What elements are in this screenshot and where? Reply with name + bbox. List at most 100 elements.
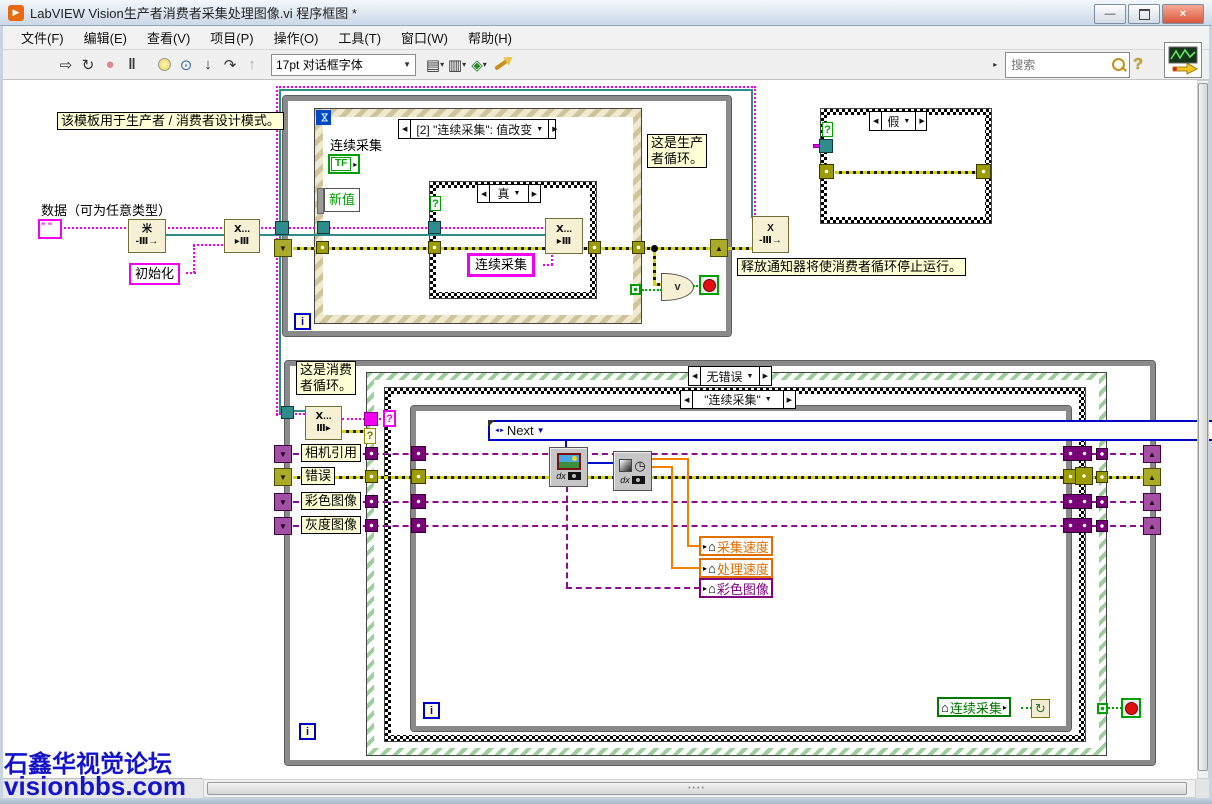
next-case-arrow[interactable]: ▶ [529,185,540,202]
menu-view[interactable]: 查看(V) [139,26,198,49]
step-over-button[interactable]: ↷ [220,54,240,76]
event-structure-header[interactable]: ◀ [2] "连续采集": 值改变▼ ▶ [398,119,556,139]
continuous-acquire-local[interactable]: 连续采集 [467,253,535,277]
pause-button[interactable]: ‖ [122,54,142,76]
maximize-button[interactable] [1128,4,1160,24]
free-label-consumer-note[interactable]: 这是消费者循环。 [296,361,356,395]
local-variable-proc-speed[interactable]: ▸⌂处理速度 [699,558,773,578]
retain-wire-values-button[interactable]: ⊙ [176,54,196,76]
labview-app-icon: ▶ [8,5,24,21]
reorder-button[interactable]: ◈▾ [469,54,489,76]
local-variable-continuous-acquire[interactable]: ⌂连续采集▸ [937,697,1011,717]
tunnel [813,144,820,148]
shift-label-camera-ref[interactable]: 相机引用 [301,444,361,462]
close-button[interactable]: × [1162,4,1204,24]
tunnel [316,241,329,254]
step-out-button[interactable]: ↑ [242,54,262,76]
highlight-execution-button[interactable] [154,54,174,76]
horizontal-scrollbar-thumb[interactable]: •••• [207,782,1187,795]
prev-case-arrow[interactable]: ◀ [681,391,692,408]
tunnel [364,412,378,426]
tunnel [819,139,833,153]
tunnel [411,469,426,484]
run-continuous-button[interactable]: ↻ [78,54,98,76]
menu-file[interactable]: 文件(F) [13,26,72,49]
imaqdx-get-image-node[interactable]: dx [549,447,588,487]
next-case-arrow[interactable]: ▶ [784,391,795,408]
shift-label-gray-image[interactable]: 灰度图像 [301,516,361,534]
data-string-control[interactable]: " " [38,219,62,239]
tunnel [411,518,426,533]
distribute-objects-button[interactable]: ▥▾ [447,54,467,76]
toolbar: ⇨ ↻ ● ‖ ⊙ ↓ ↷ ↑ 17pt 对话框字体▼ ▤▾ ▥▾ ◈▾ ▸ ? [3,50,1209,80]
producer-stop-terminal[interactable] [699,275,719,295]
window-title: LabVIEW Vision生产者消费者采集处理图像.vi 程序框图 * [30,3,357,22]
abort-button[interactable]: ● [100,54,120,76]
release-queue-node[interactable]: X-Ⅲ→ [752,216,789,253]
maximize-icon [1139,9,1150,20]
broom-icon [494,59,508,70]
menu-project[interactable]: 项目(P) [202,26,261,49]
tunnel [1096,471,1108,483]
obtain-queue-node[interactable]: 米-Ⅲ→ [128,219,166,253]
imaqdx-timing-node[interactable]: ◷ dx [613,451,652,491]
string-case-selector: ? [383,410,396,427]
timeout-terminal[interactable]: ⋈ [316,110,331,125]
continuous-acquire-terminal[interactable]: TF▸ [328,154,360,174]
false-case-header[interactable]: ◀ 假▼ ▶ [869,111,927,131]
vertical-scrollbar-thumb[interactable] [1198,83,1208,771]
local-variable-color-image[interactable]: ▸⌂彩色图像 [699,578,773,598]
prev-case-arrow[interactable]: ◀ [478,185,489,202]
help-icon[interactable]: ? [1133,56,1143,74]
new-value-event-data[interactable]: 新值 [324,188,360,212]
tunnel [1077,518,1092,533]
menu-edit[interactable]: 编辑(E) [76,26,135,49]
enqueue-node-2[interactable]: Ⅹ...▸Ⅲ [545,218,583,254]
consumer-stop-terminal[interactable] [1121,698,1141,718]
init-label[interactable]: 初始化 [129,263,180,285]
menu-operate[interactable]: 操作(O) [266,26,327,49]
horizontal-scrollbar[interactable]: •••• [203,779,1196,798]
next-case-arrow[interactable]: ▶ [916,112,927,130]
camera-icon [568,472,581,480]
local-variable-acq-speed[interactable]: ▸⌂采集速度 [699,536,773,556]
prev-case-arrow[interactable]: ◀ [870,112,881,130]
prev-case-arrow[interactable]: ◀ [399,120,410,138]
vertical-scrollbar[interactable] [1197,80,1209,779]
enqueue-node[interactable]: Ⅹ...▸Ⅲ [224,219,260,253]
true-case-header[interactable]: ◀ 真▼ ▶ [477,184,541,203]
vi-icon[interactable] [1164,42,1202,78]
font-selector[interactable]: 17pt 对话框字体▼ [271,54,416,76]
wire [835,171,978,174]
shift-label-error[interactable]: 错误 [301,467,335,485]
run-button[interactable]: ⇨ [56,54,76,76]
shift-register: ▲ [1143,493,1161,511]
minimize-button[interactable]: — [1094,4,1126,24]
prev-case-arrow[interactable]: ◀ [689,367,700,385]
shift-label-color-image[interactable]: 彩色图像 [301,492,361,510]
free-label-data-note[interactable]: 数据（可为任意类型） [38,203,174,219]
tunnel [428,241,441,254]
free-label-producer-note[interactable]: 这是生产者循环。 [647,134,707,168]
menu-help[interactable]: 帮助(H) [460,26,520,49]
wire [651,466,673,468]
case-selector-true: ? [430,196,441,211]
string-case-header[interactable]: ◀ "连续采集"▼ ▶ [680,390,796,409]
next-case-arrow[interactable]: ▶ [549,120,560,138]
cleanup-diagram-button[interactable] [491,54,511,76]
dequeue-node[interactable]: Ⅹ...Ⅲ▸ [305,406,342,440]
wire [60,227,130,229]
search-icon[interactable] [1112,58,1125,71]
next-enum-constant[interactable]: ◄►Next▼ [488,420,1212,441]
tunnel [1097,703,1108,714]
step-into-button[interactable]: ↓ [198,54,218,76]
next-case-arrow[interactable]: ▶ [760,367,771,385]
case-selector-false: ? [822,122,833,137]
inner-loop-condition-terminal[interactable]: ↻ [1031,699,1050,718]
menu-tools[interactable]: 工具(T) [330,26,389,49]
align-objects-button[interactable]: ▤▾ [425,54,445,76]
free-label-release-note[interactable]: 释放通知器将使消费者循环停止运行。 [737,258,966,276]
free-label-template-note[interactable]: 该模板用于生产者 / 消费者设计模式。 [57,112,284,130]
no-error-case-header[interactable]: ◀ 无错误▼ ▶ [688,366,772,386]
menu-window[interactable]: 窗口(W) [393,26,456,49]
